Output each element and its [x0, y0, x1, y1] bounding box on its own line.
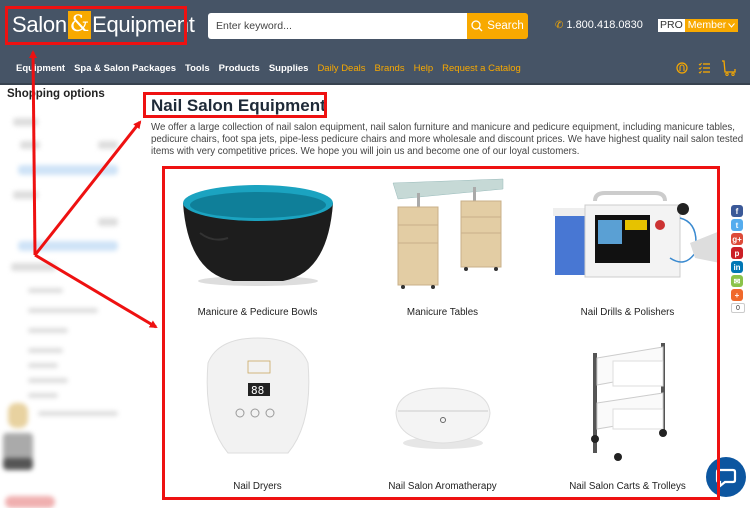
more-share-icon[interactable]: +	[731, 289, 743, 301]
chat-icon	[715, 468, 737, 488]
nav-supplies[interactable]: Supplies	[269, 63, 309, 74]
page-title: Nail Salon Equipment	[151, 96, 326, 115]
logo-ampersand: &	[67, 11, 92, 39]
sidebar-title: Shopping options	[7, 88, 105, 100]
category-description: We offer a large collection of nail salo…	[151, 122, 744, 157]
site-header: Salon & Equipment Search ✆ 1.800.418.083…	[0, 0, 750, 85]
nail-dryer-image: 88	[165, 333, 350, 463]
member-label: Member	[684, 19, 739, 32]
social-share-bar: f t g+ p in ✉ + 0	[731, 205, 745, 315]
search-button-label: Search	[487, 20, 524, 32]
member-text: Member	[687, 19, 727, 31]
category-tile-bowls[interactable]: Manicure & Pedicure Bowls	[165, 168, 350, 333]
nav-request-catalog[interactable]: Request a Catalog	[442, 63, 521, 74]
search-bar: Search	[208, 13, 528, 39]
manicure-table-image	[350, 168, 535, 298]
category-label[interactable]: Manicure & Pedicure Bowls	[165, 307, 350, 318]
pinterest-share-icon[interactable]: p	[731, 247, 743, 259]
linkedin-share-icon[interactable]: in	[731, 261, 743, 273]
nav-products[interactable]: Products	[219, 63, 260, 74]
phone-number[interactable]: ✆ 1.800.418.0830	[555, 19, 643, 31]
salon-cart-image	[535, 333, 720, 463]
chat-button[interactable]	[706, 457, 746, 497]
category-tile-dryers[interactable]: 88 Nail Dryers	[165, 333, 350, 498]
cart-icon[interactable]	[721, 60, 737, 76]
category-label[interactable]: Nail Salon Aromatherapy	[350, 481, 535, 492]
category-tile-tables[interactable]: Manicure Tables	[350, 168, 535, 333]
nav-icons	[676, 60, 737, 76]
category-label[interactable]: Nail Salon Carts & Trolleys	[535, 481, 720, 492]
search-button[interactable]: Search	[467, 13, 528, 39]
category-tile-drills[interactable]: Nail Drills & Polishers	[535, 168, 720, 333]
search-icon	[471, 20, 483, 32]
category-label[interactable]: Nail Drills & Polishers	[535, 307, 720, 318]
nav-help[interactable]: Help	[414, 63, 434, 74]
sidebar-shopping-options: Shopping options	[0, 85, 140, 508]
nav-tools[interactable]: Tools	[185, 63, 210, 74]
bowl-image	[165, 168, 350, 298]
category-tile-aromatherapy[interactable]: Nail Salon Aromatherapy	[350, 333, 535, 498]
svg-text:88: 88	[251, 384, 264, 397]
email-share-icon[interactable]: ✉	[731, 275, 743, 287]
nail-drill-image	[535, 168, 720, 298]
aroma-diffuser-image	[350, 363, 535, 473]
account-icon[interactable]	[676, 62, 688, 74]
nav-equipment[interactable]: Equipment	[16, 63, 65, 74]
category-label[interactable]: Nail Dryers	[165, 481, 350, 492]
share-count: 0	[731, 303, 745, 313]
site-logo[interactable]: Salon & Equipment	[12, 10, 195, 40]
category-label[interactable]: Manicure Tables	[350, 307, 535, 318]
category-tile-carts[interactable]: Nail Salon Carts & Trolleys	[535, 333, 720, 498]
phone-icon: ✆	[555, 19, 564, 31]
logo-text-salon: Salon	[12, 12, 67, 37]
twitter-share-icon[interactable]: t	[731, 219, 743, 231]
facebook-share-icon[interactable]: f	[731, 205, 743, 217]
category-grid: Manicure & Pedicure Bowls Manicure Table…	[165, 168, 720, 498]
list-icon[interactable]	[698, 62, 711, 74]
logo-text-equipment: Equipment	[92, 12, 195, 37]
nav-daily-deals[interactable]: Daily Deals	[317, 63, 365, 74]
sidebar-filters-blurred	[3, 113, 133, 508]
main-nav: Equipment Spa & Salon Packages Tools Pro…	[16, 63, 521, 74]
google-plus-share-icon[interactable]: g+	[731, 233, 743, 245]
chevron-down-icon	[728, 23, 736, 28]
search-input[interactable]	[208, 13, 467, 39]
nav-brands[interactable]: Brands	[374, 63, 404, 74]
pro-member-dropdown[interactable]: PRO Member	[658, 19, 739, 32]
pro-label: PRO	[658, 19, 685, 32]
phone-text: 1.800.418.0830	[566, 19, 643, 31]
nav-spa-salon-packages[interactable]: Spa & Salon Packages	[74, 63, 176, 74]
